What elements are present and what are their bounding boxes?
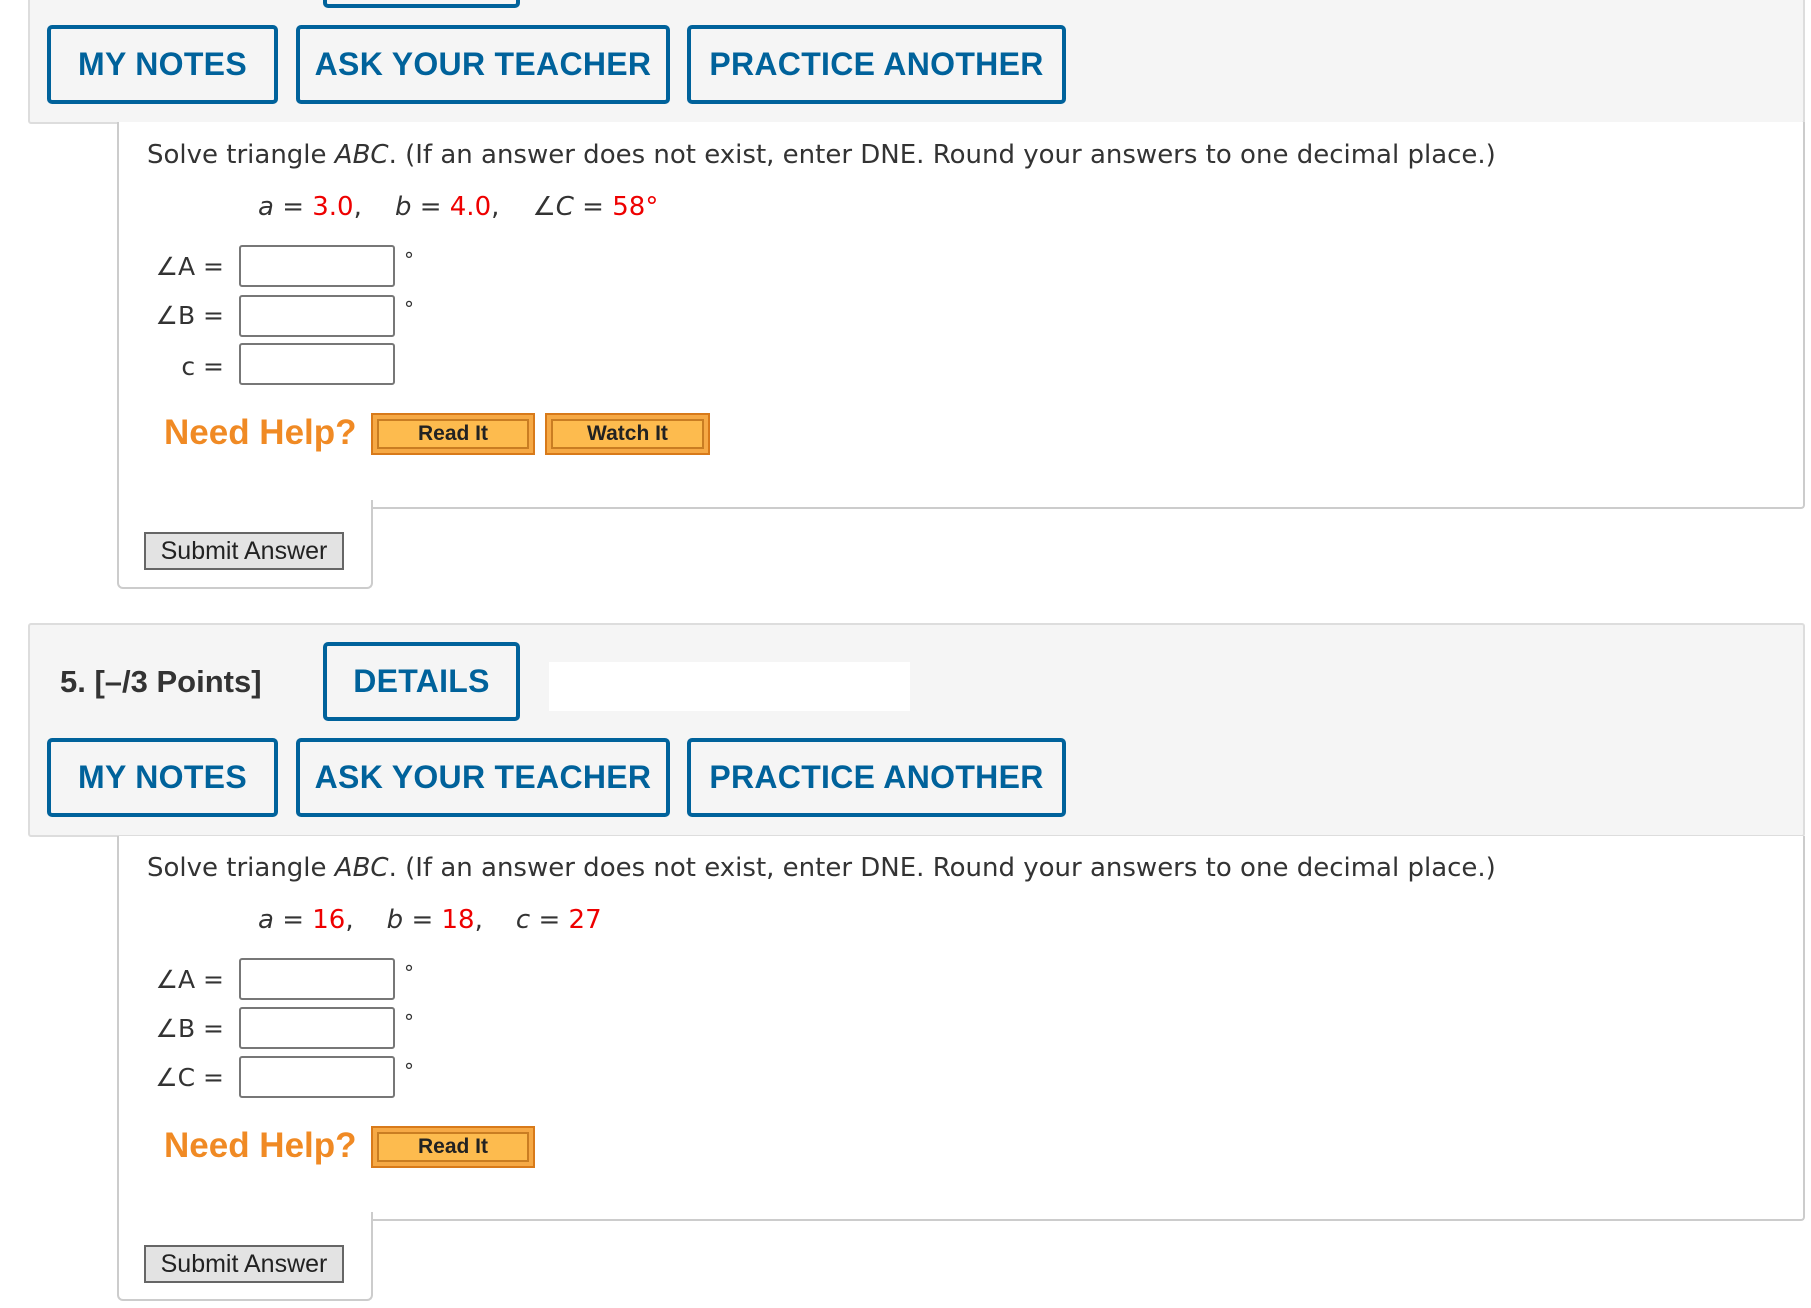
- angle-a-label-q5: ∠A =: [155, 965, 224, 994]
- need-help-label-q5: Need Help?: [164, 1126, 357, 1165]
- degree-unit: °: [404, 1010, 414, 1034]
- my-notes-button-q5[interactable]: MY NOTES: [47, 738, 278, 817]
- side-c-input-q4[interactable]: [239, 343, 395, 385]
- details-button-q5[interactable]: DETAILS: [323, 642, 520, 721]
- angle-c-input-q5[interactable]: [239, 1056, 395, 1098]
- angle-b-input-q4[interactable]: [239, 295, 395, 337]
- practice-another-button-q5[interactable]: PRACTICE ANOTHER: [687, 738, 1066, 817]
- angle-c-label-q5: ∠C =: [155, 1063, 224, 1092]
- watch-it-button-q4[interactable]: Watch It: [545, 413, 710, 455]
- degree-unit: °: [404, 297, 414, 321]
- angle-b-label-q5: ∠B =: [155, 1014, 224, 1043]
- degree-unit: °: [404, 961, 414, 985]
- degree-unit: °: [404, 248, 414, 272]
- instruction-q4: Solve triangle ABC. (If an answer does n…: [147, 140, 1496, 170]
- need-help-label-q4: Need Help?: [164, 413, 357, 452]
- ask-teacher-button-q5[interactable]: ASK YOUR TEACHER: [296, 738, 670, 817]
- angle-a-input-q4[interactable]: [239, 245, 395, 287]
- angle-b-label-q4: ∠B =: [155, 301, 224, 330]
- details-button-q4[interactable]: [323, 0, 520, 8]
- instruction-q5: Solve triangle ABC. (If an answer does n…: [147, 853, 1496, 883]
- angle-a-input-q5[interactable]: [239, 958, 395, 1000]
- read-it-button-q4[interactable]: Read It: [371, 413, 535, 455]
- read-it-button-q5[interactable]: Read It: [371, 1126, 535, 1168]
- practice-another-button-q4[interactable]: PRACTICE ANOTHER: [687, 25, 1066, 104]
- given-values-q5: a = 16, b = 18, c = 27: [258, 905, 602, 935]
- side-c-label-q4: c =: [181, 352, 224, 381]
- my-notes-button-q4[interactable]: MY NOTES: [47, 25, 278, 104]
- angle-b-input-q5[interactable]: [239, 1007, 395, 1049]
- question-5-title: 5. [–/3 Points]: [60, 664, 262, 699]
- ask-teacher-button-q4[interactable]: ASK YOUR TEACHER: [296, 25, 670, 104]
- angle-a-label-q4: ∠A =: [155, 252, 224, 281]
- submit-answer-button-q5[interactable]: Submit Answer: [144, 1245, 344, 1283]
- submit-answer-button-q4[interactable]: Submit Answer: [144, 532, 344, 570]
- given-values-q4: a = 3.0, b = 4.0, ∠C = 58°: [258, 192, 659, 222]
- degree-unit: °: [404, 1059, 414, 1083]
- blank-field: [549, 662, 910, 711]
